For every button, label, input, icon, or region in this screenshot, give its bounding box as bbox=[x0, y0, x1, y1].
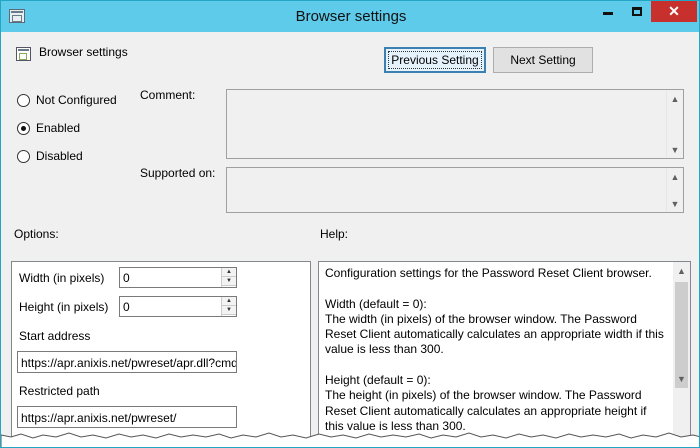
spin-down-icon[interactable]: ▼ bbox=[222, 306, 236, 315]
supported-on-label: Supported on: bbox=[140, 166, 216, 180]
supported-on-textarea[interactable]: ▲ ▼ bbox=[226, 167, 684, 213]
minimize-button[interactable] bbox=[593, 1, 622, 22]
previous-setting-button[interactable]: Previous Setting bbox=[384, 47, 486, 73]
scroll-down-icon[interactable]: ▼ bbox=[673, 370, 690, 387]
radio-disabled[interactable]: Disabled bbox=[17, 149, 83, 163]
dialog-window: Browser settings ✕ Browser settings Prev… bbox=[0, 0, 700, 448]
spin-up-icon[interactable]: ▲ bbox=[222, 297, 236, 306]
setting-icon bbox=[16, 47, 31, 61]
scroll-up-icon[interactable]: ▲ bbox=[667, 90, 683, 107]
comment-textarea[interactable]: ▲ ▼ bbox=[226, 89, 684, 159]
restricted-path-value[interactable]: https://apr.anixis.net/pwreset/ bbox=[21, 411, 176, 425]
restricted-path-label: Restricted path bbox=[19, 384, 100, 398]
close-button[interactable]: ✕ bbox=[651, 1, 697, 22]
height-spinner[interactable]: 0 ▲ ▼ bbox=[119, 296, 237, 317]
help-label: Help: bbox=[320, 227, 349, 241]
maximize-button[interactable] bbox=[622, 1, 651, 22]
spinner-buttons[interactable]: ▲ ▼ bbox=[221, 297, 236, 316]
height-label: Height (in pixels) bbox=[19, 300, 109, 314]
close-icon: ✕ bbox=[668, 3, 680, 19]
maximize-icon bbox=[631, 7, 642, 16]
width-spinner[interactable]: 0 ▲ ▼ bbox=[119, 267, 237, 288]
next-setting-button[interactable]: Next Setting bbox=[493, 47, 593, 73]
height-value[interactable]: 0 bbox=[123, 300, 130, 314]
width-label: Width (in pixels) bbox=[19, 271, 105, 285]
help-panel: Configuration settings for the Password … bbox=[318, 261, 691, 447]
policy-name: Browser settings bbox=[39, 45, 128, 59]
radio-label: Not Configured bbox=[36, 93, 117, 107]
help-text: Configuration settings for the Password … bbox=[325, 266, 664, 433]
help-scrollbar[interactable]: ▲ ▼ bbox=[673, 262, 690, 447]
width-value[interactable]: 0 bbox=[123, 271, 130, 285]
start-address-label: Start address bbox=[19, 329, 91, 343]
radio-circle[interactable] bbox=[17, 149, 30, 163]
scroll-up-icon[interactable]: ▲ bbox=[673, 262, 690, 279]
start-address-input[interactable]: https://apr.anixis.net/pwreset/apr.dll?c… bbox=[17, 351, 237, 373]
torn-edge bbox=[1, 432, 699, 447]
radio-circle-checked[interactable] bbox=[17, 121, 30, 135]
scroll-up-icon[interactable]: ▲ bbox=[667, 168, 683, 185]
radio-label: Disabled bbox=[36, 149, 83, 163]
title-bar[interactable]: Browser settings ✕ bbox=[1, 1, 699, 32]
spinner-buttons[interactable]: ▲ ▼ bbox=[221, 268, 236, 287]
options-label: Options: bbox=[14, 227, 59, 241]
radio-label: Enabled bbox=[36, 121, 81, 135]
radio-circle[interactable] bbox=[17, 93, 30, 107]
spin-down-icon[interactable]: ▼ bbox=[222, 277, 236, 286]
comment-label: Comment: bbox=[140, 88, 196, 102]
start-address-value[interactable]: https://apr.anixis.net/pwreset/apr.dll?c… bbox=[21, 356, 236, 370]
spin-up-icon[interactable]: ▲ bbox=[222, 268, 236, 277]
radio-not-configured[interactable]: Not Configured bbox=[17, 93, 117, 107]
supported-scrollbar[interactable]: ▲ ▼ bbox=[666, 168, 683, 212]
comment-scrollbar[interactable]: ▲ ▼ bbox=[666, 90, 683, 158]
scroll-down-icon[interactable]: ▼ bbox=[667, 141, 683, 158]
minimize-icon bbox=[602, 12, 613, 15]
scroll-down-icon[interactable]: ▼ bbox=[667, 195, 683, 212]
radio-enabled[interactable]: Enabled bbox=[17, 121, 80, 135]
options-panel: Width (in pixels) 0 ▲ ▼ Height (in pixels… bbox=[11, 261, 311, 447]
